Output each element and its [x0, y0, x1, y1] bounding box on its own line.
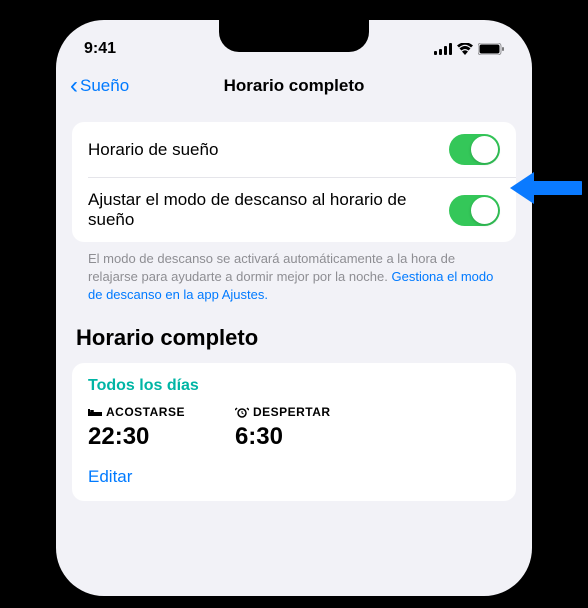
sleep-schedule-row: Horario de sueño [72, 122, 516, 177]
wind-down-toggle[interactable] [449, 195, 500, 226]
wake-label: DESPERTAR [253, 405, 331, 419]
wind-down-row: Ajustar el modo de descanso al horario d… [72, 178, 516, 242]
settings-card: Horario de sueño Ajustar el modo de desc… [72, 122, 516, 242]
back-button[interactable]: ‹ Sueño [70, 72, 129, 100]
back-label: Sueño [80, 76, 129, 96]
annotation-arrow-icon [510, 168, 582, 208]
bedtime-label: ACOSTARSE [106, 405, 185, 419]
cellular-icon [434, 43, 452, 55]
bedtime-block: ACOSTARSE 22:30 [88, 405, 185, 451]
wake-value: 6:30 [235, 423, 331, 451]
edit-button[interactable]: Editar [88, 467, 500, 487]
wind-down-label: Ajustar el modo de descanso al horario d… [88, 190, 449, 230]
nav-bar: ‹ Sueño Horario completo [56, 64, 532, 108]
page-title: Horario completo [224, 76, 365, 96]
sleep-schedule-toggle[interactable] [449, 134, 500, 165]
section-header: Horario completo [72, 321, 516, 363]
status-icons [434, 43, 504, 55]
bed-icon [88, 407, 102, 417]
schedule-card: Todos los días ACOSTARSE 22:30 DESPERTAR [72, 363, 516, 501]
schedule-days: Todos los días [88, 377, 500, 395]
wifi-icon [457, 43, 473, 55]
footer-text: El modo de descanso se activará automáti… [72, 242, 516, 321]
alarm-icon [235, 406, 249, 418]
chevron-left-icon: ‹ [70, 72, 78, 100]
sleep-schedule-label: Horario de sueño [88, 140, 449, 160]
status-time: 9:41 [84, 40, 116, 58]
wake-block: DESPERTAR 6:30 [235, 405, 331, 451]
bedtime-value: 22:30 [88, 423, 185, 451]
battery-icon [478, 43, 504, 55]
